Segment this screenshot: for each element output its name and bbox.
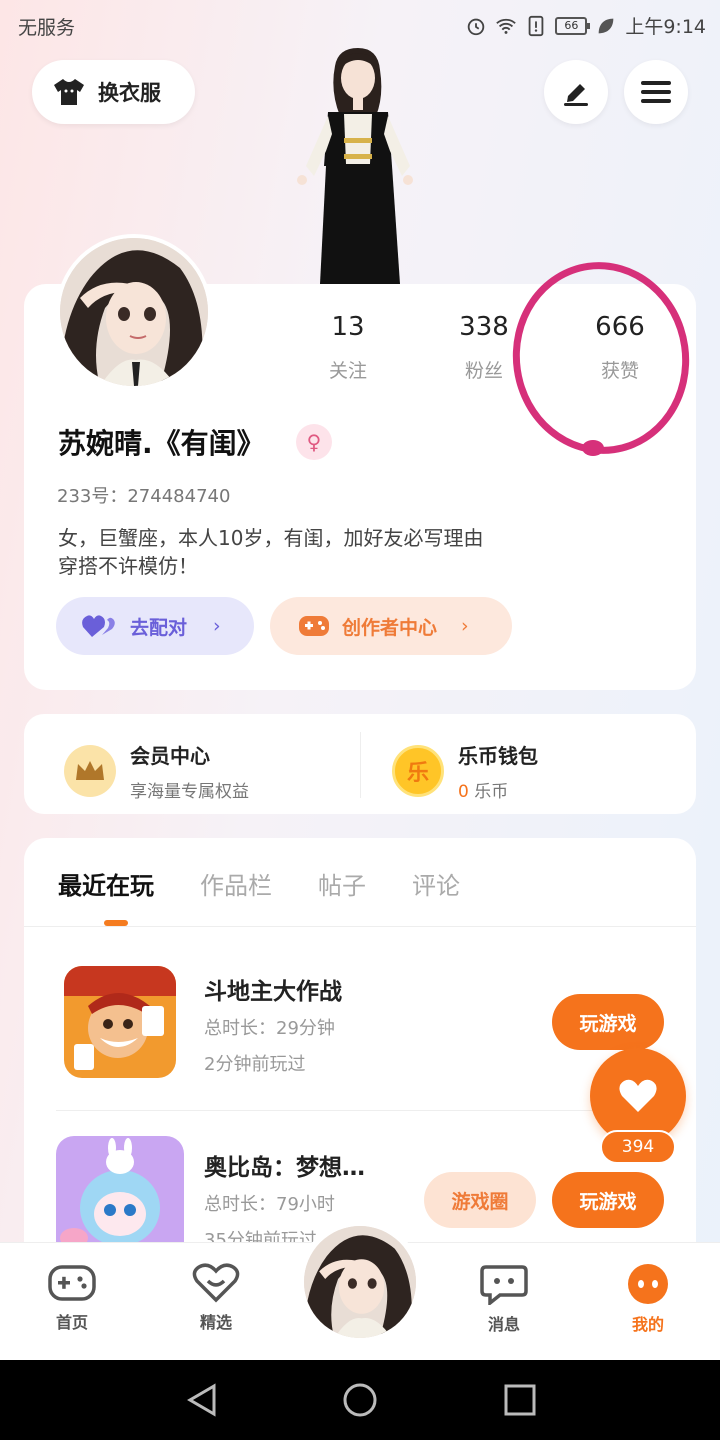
tab-posts[interactable]: 帖子 — [318, 866, 366, 901]
nav-mine-label: 我的 — [631, 1315, 664, 1334]
bio-line-1: 女，巨蟹座，本人10岁，有闺，加好友必写理由 — [58, 526, 484, 550]
wallet-title: 乐币钱包 — [458, 744, 538, 768]
like-count-badge: 394 — [600, 1130, 676, 1164]
stat-following[interactable]: 13 关注 — [288, 312, 408, 383]
center-avatar-image — [304, 1226, 416, 1338]
nav-messages[interactable]: 消息 — [464, 1263, 544, 1335]
chevron-right-icon: › — [213, 615, 221, 637]
status-bar: 无服务 66 上午9:14 — [0, 0, 720, 50]
game-duration: 总时长：29分钟 — [204, 1018, 335, 1039]
play-game-button[interactable]: 玩游戏 — [552, 1172, 664, 1228]
nav-home[interactable]: 首页 — [32, 1263, 112, 1333]
nav-featured-label: 精选 — [199, 1313, 232, 1332]
bio-line-2: 穿搭不许模仿！ — [58, 554, 198, 578]
wallet-amount: 0 — [458, 782, 469, 802]
chevron-right-icon: › — [461, 615, 469, 637]
menu-button[interactable] — [624, 60, 688, 124]
system-nav-bar — [0, 1360, 720, 1440]
edit-button[interactable] — [544, 60, 608, 124]
recents-square-icon[interactable] — [502, 1382, 538, 1418]
game-circle-button[interactable]: 游戏圈 — [424, 1172, 536, 1228]
gamepad-icon — [48, 1265, 96, 1301]
creator-center-button[interactable]: 创作者中心 › — [270, 597, 512, 655]
play-game-button[interactable]: 玩游戏 — [552, 994, 664, 1050]
tab-bar: 最近在玩 作品栏 帖子 评论 — [58, 866, 460, 901]
alarm-icon — [468, 18, 485, 35]
tab-recently-played[interactable]: 最近在玩 — [58, 866, 154, 901]
carrier-text: 无服务 — [18, 17, 76, 39]
leaf-icon — [598, 18, 614, 33]
home-circle-icon[interactable] — [342, 1382, 378, 1418]
double-heart-icon — [82, 615, 115, 637]
female-gender-icon: ♀ — [296, 424, 332, 460]
back-triangle-icon[interactable] — [184, 1382, 220, 1418]
tshirt-icon — [54, 79, 84, 105]
nickname: 苏婉晴.《有闺》 — [58, 427, 265, 460]
game-last-played: 2分钟前玩过 — [204, 1054, 306, 1075]
member-center-subtitle: 享海量专属权益 — [130, 782, 249, 802]
nav-home-label: 首页 — [55, 1313, 88, 1332]
game-name: 奥比岛：梦想… — [204, 1155, 365, 1181]
following-label: 关注 — [328, 360, 367, 382]
user-id: 233号：274484740 — [57, 486, 231, 507]
wallet-balance: 0 乐币 — [458, 777, 538, 802]
avatar-character-figure[interactable] — [280, 46, 430, 286]
heart-outline-icon — [192, 1263, 240, 1303]
battery-icon: 66 — [555, 16, 591, 35]
nav-center-avatar-button[interactable] — [298, 1220, 422, 1344]
match-label: 去配对 — [130, 616, 188, 639]
chat-bubble-icon — [480, 1265, 528, 1305]
change-clothes-button[interactable]: 换衣服 — [32, 60, 195, 124]
row-divider — [56, 1110, 666, 1111]
game-name: 斗地主大作战 — [204, 979, 342, 1005]
change-clothes-label: 换衣服 — [98, 81, 161, 105]
nav-mine[interactable]: 我的 — [608, 1263, 688, 1335]
tab-divider — [24, 926, 696, 927]
creator-center-label: 创作者中心 — [342, 616, 438, 639]
profile-face-icon — [628, 1264, 668, 1304]
member-center-entry[interactable]: 会员中心 享海量专属权益 — [64, 740, 249, 802]
lebi-coin-icon: 乐 — [392, 745, 444, 797]
avatar-image — [60, 238, 208, 386]
wallet-entry[interactable]: 乐 乐币钱包 0 乐币 — [392, 740, 538, 802]
vip-wallet-card: 会员中心 享海量专属权益 乐 乐币钱包 0 乐币 — [24, 714, 696, 814]
match-button[interactable]: 去配对 › — [56, 597, 254, 655]
divider — [360, 732, 361, 798]
following-count: 13 — [331, 312, 365, 342]
pen-icon — [564, 84, 588, 106]
game-duration: 总时长：79小时 — [204, 1194, 335, 1215]
member-center-title: 会员中心 — [130, 744, 210, 768]
wallet-unit: 乐币 — [474, 782, 509, 802]
status-icons: 66 上午9:14 — [465, 12, 706, 39]
crown-icon — [64, 745, 116, 797]
clock-text: 上午9:14 — [625, 16, 706, 38]
nav-messages-label: 消息 — [487, 1315, 520, 1334]
wifi-icon — [496, 18, 517, 34]
hand-drawn-circle-tail — [582, 440, 604, 456]
heart-icon — [619, 1079, 657, 1112]
bio: 女，巨蟹座，本人10岁，有闺，加好友必写理由 穿搭不许模仿！ — [58, 524, 618, 580]
tab-comments[interactable]: 评论 — [412, 866, 460, 901]
hamburger-icon — [641, 81, 671, 103]
game-icon-doudizhu[interactable] — [64, 966, 176, 1078]
tab-works[interactable]: 作品栏 — [200, 866, 272, 901]
nav-featured[interactable]: 精选 — [176, 1263, 256, 1333]
gamepad-icon — [299, 616, 329, 636]
sim-alert-icon — [528, 15, 544, 36]
profile-avatar[interactable] — [56, 234, 212, 390]
